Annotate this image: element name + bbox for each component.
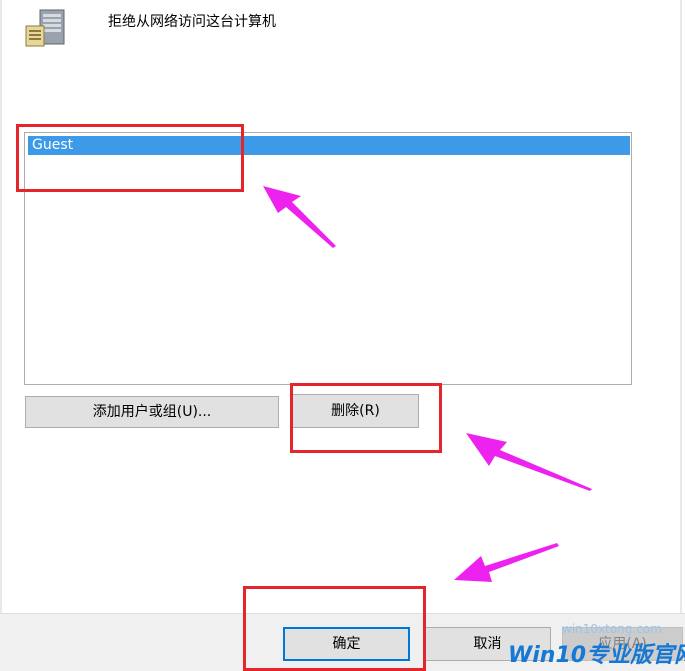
ok-button[interactable]: 确定 [283, 627, 410, 661]
user-group-listbox[interactable]: Guest [24, 132, 632, 385]
arrow-to-ok-icon [454, 543, 559, 582]
add-user-or-group-button[interactable]: 添加用户或组(U)... [25, 396, 279, 428]
arrow-to-remove-icon [466, 433, 592, 491]
dialog-right-border [680, 0, 682, 613]
server-policy-icon [24, 8, 70, 48]
watermark-text: Win10专业版官网 [508, 643, 685, 668]
dialog-left-border [0, 0, 2, 613]
remove-button[interactable]: 删除(R) [292, 394, 419, 428]
watermark-logo: Win10专业版官网 [508, 642, 685, 669]
list-item-guest[interactable]: Guest [28, 136, 630, 155]
watermark-domain: win10xtong.com [562, 622, 662, 636]
policy-title: 拒绝从网络访问这台计算机 [108, 14, 276, 30]
